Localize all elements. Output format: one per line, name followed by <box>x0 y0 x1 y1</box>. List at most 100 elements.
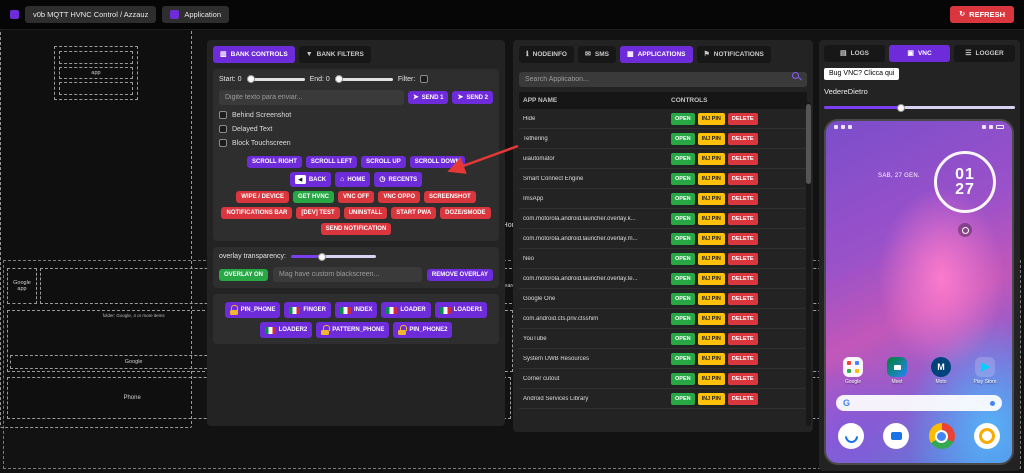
get-hvnc-button[interactable]: GET HVNC <box>292 191 334 203</box>
recents-button[interactable]: ◷ RECENTS <box>374 172 423 187</box>
inj-pin-button[interactable]: INJ PIN <box>697 132 725 145</box>
vnc-off-button[interactable]: VNC OFF <box>338 191 375 203</box>
vedere-dietro-slider[interactable] <box>824 106 1015 109</box>
send2-button[interactable]: ➤ SEND 2 <box>452 91 493 104</box>
delete-button[interactable]: DELETE <box>727 112 758 125</box>
index-button[interactable]: INDEX <box>335 302 378 318</box>
inj-pin-button[interactable]: INJ PIN <box>697 232 725 245</box>
apps-scrollbar-thumb[interactable] <box>806 104 811 184</box>
refresh-button[interactable]: ↻ REFRESH <box>950 6 1014 23</box>
bug-vnc-tooltip[interactable]: Bug VNC? Clicca qui <box>824 67 900 80</box>
delete-button[interactable]: DELETE <box>727 292 758 305</box>
inj-pin-button[interactable]: INJ PIN <box>697 312 725 325</box>
overlay-transparency-slider[interactable] <box>290 255 376 258</box>
overlay-on-button[interactable]: OVERLAY ON <box>219 268 269 281</box>
doze-smode-button[interactable]: DOZE/SMODE <box>440 207 491 219</box>
wireframe-widget-row[interactable]: app <box>59 66 133 80</box>
inj-pin-button[interactable]: INJ PIN <box>697 192 725 205</box>
delete-button[interactable]: DELETE <box>727 272 758 285</box>
open-button[interactable]: OPEN <box>671 272 695 285</box>
tab-logs[interactable]: ▤ LOGS <box>824 45 885 62</box>
messages-app-icon[interactable] <box>883 423 910 449</box>
tab-nodeinfo[interactable]: ℹ NODEINFO <box>519 46 574 63</box>
start-pwa-button[interactable]: START PWA <box>391 207 437 219</box>
inj-pin-button[interactable]: INJ PIN <box>697 152 725 165</box>
loader1-button[interactable]: LOADER1 <box>434 302 488 318</box>
remove-overlay-button[interactable]: REMOVE OVERLAY <box>426 268 493 281</box>
overlay-text-input[interactable] <box>273 267 422 282</box>
inj-pin-button[interactable]: INJ PIN <box>697 352 725 365</box>
app-search-input[interactable] <box>519 72 807 87</box>
open-button[interactable]: OPEN <box>671 352 695 365</box>
phone-play-store-app[interactable]: Play Store <box>970 357 1000 385</box>
tab-sms[interactable]: ✉ SMS <box>577 46 616 63</box>
delete-button[interactable]: DELETE <box>727 132 758 145</box>
phone-meet-app[interactable]: Meet <box>882 357 912 385</box>
phone-moto-app[interactable]: M Moto <box>926 357 956 385</box>
filter-checkbox[interactable] <box>420 75 429 83</box>
open-button[interactable]: OPEN <box>671 372 695 385</box>
home-button[interactable]: ⌂ HOME <box>335 172 371 187</box>
wireframe-google-app[interactable]: Google app <box>7 268 37 304</box>
end-slider[interactable] <box>334 77 393 81</box>
location-pin-icon[interactable] <box>958 223 972 237</box>
application-button[interactable]: Application <box>162 6 230 23</box>
chrome-app-icon[interactable] <box>928 423 955 449</box>
start-slider[interactable] <box>246 77 305 81</box>
open-button[interactable]: OPEN <box>671 132 695 145</box>
delete-button[interactable]: DELETE <box>727 192 758 205</box>
inj-pin-button[interactable]: INJ PIN <box>697 212 725 225</box>
dev-test-button[interactable]: [DEV] TEST <box>296 207 340 219</box>
tab-notifications[interactable]: ⚑ NOTIFICATIONS <box>696 46 771 63</box>
inj-pin-button[interactable]: INJ PIN <box>697 272 725 285</box>
open-button[interactable]: OPEN <box>671 212 695 225</box>
wireframe-widget-box[interactable]: app <box>54 46 138 100</box>
send-text-input[interactable] <box>219 90 404 105</box>
tab-vnc[interactable]: ▣ VNC <box>889 45 950 62</box>
back-button[interactable]: ◀ BACK <box>289 172 332 187</box>
inj-pin-button[interactable]: INJ PIN <box>697 392 725 405</box>
pattern-phone-button[interactable]: PATTERN_PHONE <box>316 322 390 338</box>
scroll-up-button[interactable]: SCROLL UP <box>361 156 406 168</box>
wipe-device-button[interactable]: WIPE / DEVICE <box>236 191 289 203</box>
pin-phone2-button[interactable]: PIN_PHONE2 <box>393 322 453 338</box>
notifications-bar-button[interactable]: NOTIFICATIONS BAR <box>221 207 293 219</box>
open-button[interactable]: OPEN <box>671 152 695 165</box>
open-button[interactable]: OPEN <box>671 312 695 325</box>
delete-button[interactable]: DELETE <box>727 332 758 345</box>
loader-button[interactable]: LOADER <box>381 302 431 318</box>
phone-google-folder[interactable]: Google <box>838 357 868 385</box>
apps-scrollbar[interactable] <box>806 102 811 426</box>
tab-bank-controls[interactable]: ▥ BANK CONTROLS <box>213 46 295 63</box>
camera-app-icon[interactable] <box>973 423 1000 449</box>
delayed-text-checkbox[interactable] <box>219 125 227 133</box>
finger-button[interactable]: FINGER <box>284 302 331 318</box>
scroll-down-button[interactable]: SCROLL DOWN <box>409 156 465 168</box>
delete-button[interactable]: DELETE <box>727 392 758 405</box>
open-button[interactable]: OPEN <box>671 112 695 125</box>
hvnc-control-button[interactable]: v0b MQTT HVNC Control / Azzauz <box>25 6 157 23</box>
behind-screenshot-checkbox[interactable] <box>219 111 227 119</box>
open-button[interactable]: OPEN <box>671 192 695 205</box>
tab-applications[interactable]: ▦ APPLICATIONS <box>619 46 693 63</box>
delete-button[interactable]: DELETE <box>727 152 758 165</box>
screenshot-button[interactable]: SCREENSHOT <box>424 191 476 203</box>
open-button[interactable]: OPEN <box>671 172 695 185</box>
delete-button[interactable]: DELETE <box>727 252 758 265</box>
open-button[interactable]: OPEN <box>671 252 695 265</box>
send-notification-button[interactable]: SEND NOTIFICATION <box>320 223 392 235</box>
uninstall-button[interactable]: UNINSTALL <box>343 207 388 219</box>
delete-button[interactable]: DELETE <box>727 352 758 365</box>
phone-search-bar[interactable]: G <box>836 395 1002 411</box>
phone-clock-widget[interactable]: 01 27 <box>934 151 996 213</box>
inj-pin-button[interactable]: INJ PIN <box>697 252 725 265</box>
send1-button[interactable]: ➤ SEND 1 <box>407 91 449 104</box>
loader2-button[interactable]: LOADER2 <box>259 322 313 338</box>
scroll-right-button[interactable]: SCROLL RIGHT <box>247 156 302 168</box>
open-button[interactable]: OPEN <box>671 392 695 405</box>
delete-button[interactable]: DELETE <box>727 212 758 225</box>
pin-phone-button[interactable]: PIN_PHONE <box>224 302 281 318</box>
delete-button[interactable]: DELETE <box>727 372 758 385</box>
inj-pin-button[interactable]: INJ PIN <box>697 112 725 125</box>
inj-pin-button[interactable]: INJ PIN <box>697 172 725 185</box>
